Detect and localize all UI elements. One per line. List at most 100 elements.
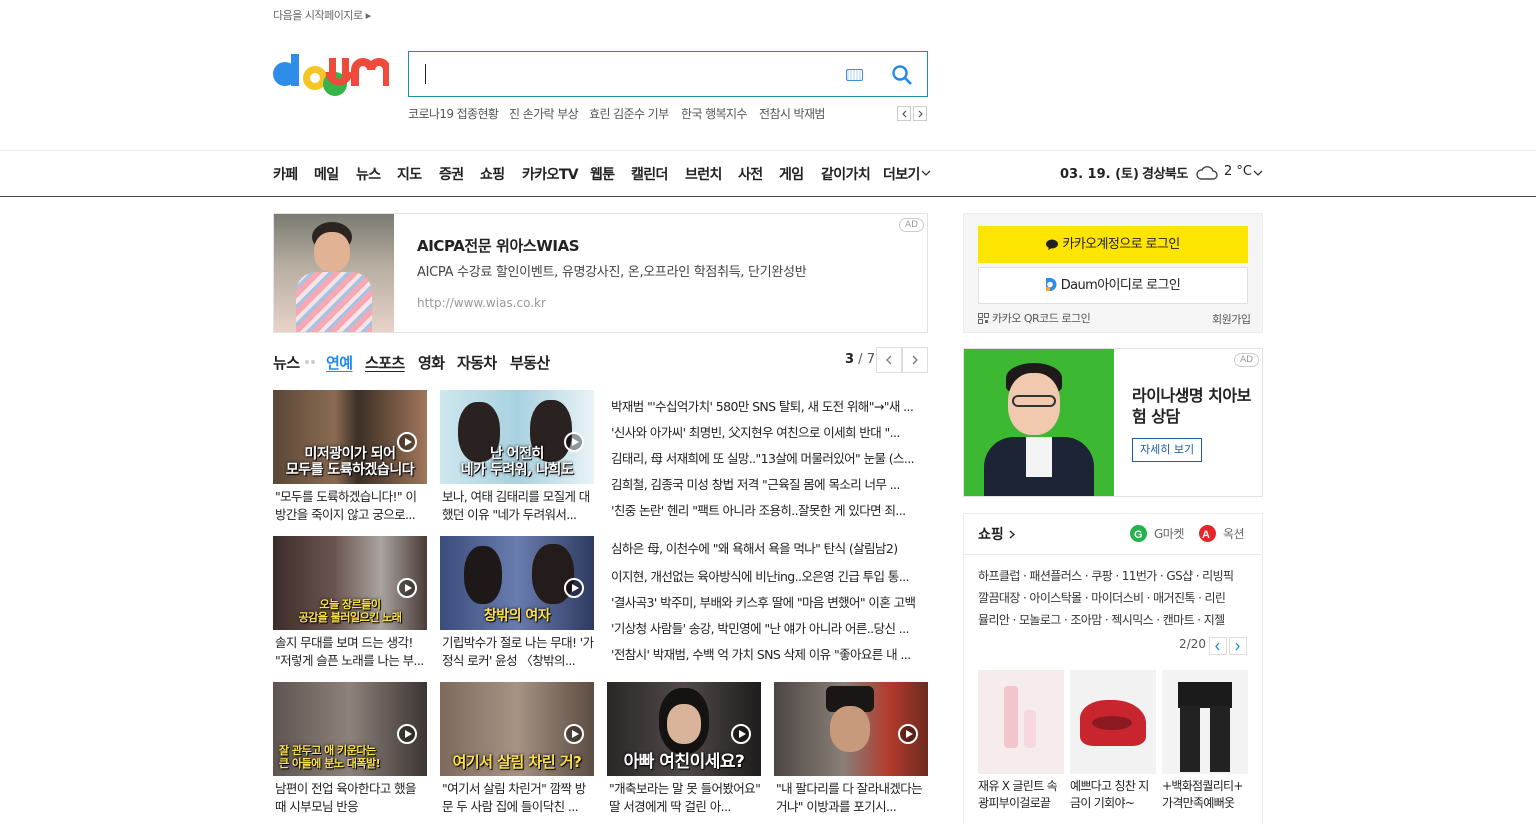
qr-login-link[interactable]: 카카오 QR코드 로그인 <box>978 310 1091 326</box>
gnb-mail[interactable]: 메일 <box>314 164 339 184</box>
ad-badge: AD <box>1234 353 1259 367</box>
news-title[interactable]: "내 팔다리를 다 잘라내겠다는 거냐" 이방과를 포기시... <box>776 780 928 816</box>
tab-entertainment[interactable]: 연예 <box>326 352 353 373</box>
banner-ad[interactable]: AICPA전문 위아스WIAS AICPA 수강료 할인이벤트, 유명강사진, … <box>273 213 928 333</box>
set-start-page-link[interactable]: 다음을 시작페이지로 ▸ <box>273 7 371 23</box>
cloud-icon <box>1196 166 1218 180</box>
ad-description[interactable]: AICPA 수강료 할인이벤트, 유명강사진, 온,오프라인 학점취득, 단기완… <box>417 261 907 280</box>
gnb-more[interactable]: 더보기 <box>883 164 920 184</box>
gnb-kakaotv[interactable]: 카카오TV <box>522 164 579 184</box>
play-icon <box>564 724 584 745</box>
news-thumbnail[interactable]: 잘 관두고 애 키운다는 큰 아들에 분노 대폭발! <box>273 682 427 776</box>
gmarket-link[interactable]: G마켓 <box>1154 525 1184 542</box>
shopping-title[interactable]: 쇼핑 <box>978 524 1015 544</box>
ad-title[interactable]: AICPA전문 위아스WIAS <box>417 235 580 256</box>
headline-link[interactable]: 박재범 "'수십억가치' 580만 SNS 탈퇴, 새 도전 위해"→"새 ..… <box>611 396 927 415</box>
headline-link[interactable]: '결사곡3' 박주미, 부배와 키스후 딸에 "마음 변했어" 이혼 고백 <box>611 592 927 611</box>
gnb-shopping[interactable]: 쇼핑 <box>480 164 505 184</box>
keyword-next-button[interactable] <box>913 106 927 121</box>
tab-sports[interactable]: 스포츠 <box>365 352 405 373</box>
gnb-dictionary[interactable]: 사전 <box>738 164 763 184</box>
headline-link[interactable]: '신사와 아가씨' 최명빈, 父지현우 여친으로 이세희 반대 "... <box>611 422 927 441</box>
gnb-webtoon[interactable]: 웹툰 <box>590 164 615 184</box>
news-thumbnail[interactable]: 오늘 장르들이 공감을 불러일으킨 노래 <box>273 536 427 630</box>
shopping-next-button[interactable] <box>1229 637 1247 655</box>
keyboard-icon[interactable] <box>846 69 863 81</box>
auction-link[interactable]: 옥션 <box>1223 525 1245 542</box>
search-input[interactable] <box>425 64 426 84</box>
gnb-calendar[interactable]: 캘린더 <box>631 164 668 184</box>
search-box[interactable] <box>408 51 928 97</box>
news-thumbnail[interactable] <box>774 682 928 776</box>
news-title[interactable]: "여기서 살림 차린거" 깜짝 방문 두 사람 집에 들이닥친 ... <box>442 780 594 816</box>
news-next-button[interactable] <box>902 347 928 373</box>
daum-login-button[interactable]: Daum아이디로 로그인 <box>978 267 1248 304</box>
gnb-together[interactable]: 같이가치 <box>821 164 871 184</box>
headline-link[interactable]: 이지현, 개선없는 육아방식에 비난ing..오은영 긴급 투입 통... <box>611 566 927 585</box>
news-thumbnail[interactable]: 미저광이가 되어 모두를 도륙하겠습니다 <box>273 390 427 484</box>
product-title[interactable]: 예쁘다고 칭찬 지금이 기회야~ <box>1070 778 1158 812</box>
product-title[interactable]: +백화점퀄리티+ 가격만족예뻐옷 <box>1162 778 1250 812</box>
trending-keyword[interactable]: 전참시 박재범 <box>759 105 825 122</box>
news-title[interactable]: "모두를 도륙하겠습니다!" 이방간을 죽이지 않고 궁으로... <box>275 488 427 524</box>
kakao-login-button[interactable]: 카카오계정으로 로그인 <box>978 226 1248 263</box>
side-ad[interactable]: 라이나생명 치아보험 상담 자세히 보기 AD <box>963 348 1263 497</box>
shopping-mall-links[interactable]: 하프클럽 · 패션플러스 · 쿠팡 · 11번가 · GS샵 · 리빙픽 <box>978 567 1250 584</box>
gnb-map[interactable]: 지도 <box>397 164 422 184</box>
news-title[interactable]: 남편이 전업 육아한다고 했을 때 시부모님 반응 <box>275 780 427 816</box>
trending-keyword[interactable]: 효린 김준수 기부 <box>589 105 669 122</box>
headline-link[interactable]: '친중 논란' 헨리 "팩트 아니라 조용히..잘못한 게 있다면 죄... <box>611 500 927 519</box>
product-image[interactable] <box>1070 670 1156 774</box>
weather-temp: 2 °C <box>1224 164 1252 179</box>
product-title[interactable]: 재유 X 글린트 속광피부이걸로끝 <box>978 778 1066 812</box>
product-image[interactable] <box>1162 670 1248 774</box>
ad-badge: AD <box>899 218 924 232</box>
tab-news[interactable]: 뉴스 <box>273 352 300 373</box>
gnb-game[interactable]: 게임 <box>779 164 804 184</box>
shopping-mall-links[interactable]: 깔끔대장 · 아이스탁몰 · 마이더스비 · 매거진톡 · 리린 <box>978 589 1250 606</box>
chevron-down-icon[interactable] <box>921 170 931 176</box>
daum-logo[interactable] <box>273 50 391 100</box>
ad-title[interactable]: 라이나생명 치아보험 상담 <box>1132 385 1252 427</box>
gnb-brunch[interactable]: 브런치 <box>685 164 722 184</box>
news-title[interactable]: 솔지 무대를 보며 드는 생각! "저렇게 슬픈 노래를 나는 부... <box>275 634 427 670</box>
headline-link[interactable]: '전참시' 박재범, 수백 억 가치 SNS 삭제 이유 "좋아요른 내 ... <box>611 644 927 663</box>
headline-link[interactable]: '기상청 사람들' 송강, 박민영에 "난 얘가 아니라 어른..당신 ... <box>611 618 927 637</box>
news-thumbnail[interactable]: 아빠 여친이세요? <box>607 682 761 776</box>
news-pager: 3 / 7 <box>845 352 875 367</box>
pager-total: / 7 <box>854 352 875 367</box>
shopping-prev-button[interactable] <box>1209 637 1227 655</box>
headline-link[interactable]: 심하은 母, 이천수에 "왜 욕해서 욕을 먹나" 탄식 (살림남2) <box>611 538 927 557</box>
tab-movie[interactable]: 영화 <box>418 352 445 373</box>
gnb-stock[interactable]: 증권 <box>439 164 464 184</box>
chevron-down-icon[interactable] <box>1253 170 1263 176</box>
weather-region[interactable]: 경상북도 <box>1142 163 1188 182</box>
headline-link[interactable]: 김태리, 母 서재희에 또 실망.."13살에 머물러있어" 눈물 (스... <box>611 448 927 467</box>
speech-bubble-icon <box>1046 239 1059 250</box>
headline-link[interactable]: 김희철, 김종국 미성 창법 저격 "근육질 몸에 목소리 너무 ... <box>611 474 927 493</box>
ad-detail-button[interactable]: 자세히 보기 <box>1132 438 1203 462</box>
news-title[interactable]: 기립박수가 절로 나는 무대! '가정식 로커' 윤성 〈창밖의... <box>442 634 594 670</box>
news-title[interactable]: 보나, 여태 김태리를 모질게 대했던 이유 "네가 두려워서... <box>442 488 594 524</box>
keyword-prev-button[interactable] <box>897 106 911 121</box>
trending-keyword[interactable]: 한국 행복지수 <box>681 105 747 122</box>
signup-link[interactable]: 회원가입 <box>1212 311 1251 327</box>
news-thumbnail[interactable]: 여기서 살림 차린 거? <box>440 682 594 776</box>
product-image[interactable] <box>978 670 1064 774</box>
news-thumbnail[interactable]: 난 어전히 네가 두려워, 나희도 <box>440 390 594 484</box>
trending-keyword[interactable]: 진 손가락 부상 <box>509 105 579 122</box>
news-prev-button[interactable] <box>876 347 902 373</box>
tab-realestate[interactable]: 부동산 <box>510 352 550 373</box>
start-page-arrow-icon: ▸ <box>365 9 372 22</box>
news-title[interactable]: "개축보라는 말 못 들어봤어요" 딸 서경에게 딱 걸린 아... <box>609 780 761 816</box>
shopping-mall-links[interactable]: 뮬리안 · 모놀로그 · 조아맘 · 젝시믹스 · 캔마트 · 지젤 <box>978 611 1250 628</box>
news-thumbnail[interactable]: 창밖의 여자 <box>440 536 594 630</box>
trending-keyword[interactable]: 코로나19 접종현황 <box>408 105 499 122</box>
tab-car[interactable]: 자동차 <box>457 352 497 373</box>
search-icon[interactable] <box>891 64 913 86</box>
ad-url[interactable]: http://www.wias.co.kr <box>417 296 546 310</box>
tab-dot <box>305 360 309 364</box>
gnb-cafe[interactable]: 카페 <box>273 164 298 184</box>
gnb-news[interactable]: 뉴스 <box>356 164 381 184</box>
play-icon <box>397 724 417 745</box>
